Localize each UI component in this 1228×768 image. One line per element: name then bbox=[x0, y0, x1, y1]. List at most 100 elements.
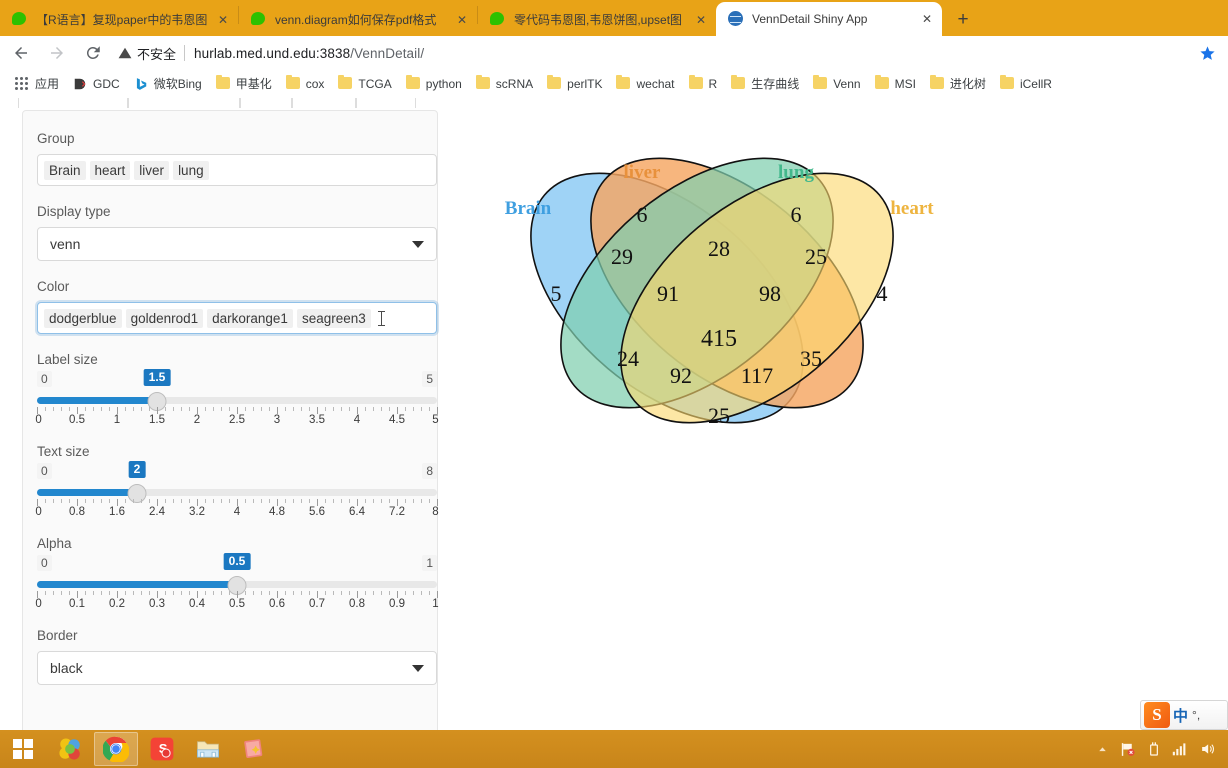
tick-label: 0.1 bbox=[69, 598, 85, 610]
label-size-values: 0 1.5 5 bbox=[37, 369, 437, 391]
usb-icon[interactable] bbox=[1146, 741, 1162, 757]
text-cursor bbox=[377, 310, 385, 326]
display-type-label: Display type bbox=[37, 204, 111, 219]
bookmark-folder-8[interactable]: perlTK bbox=[540, 72, 609, 96]
venn-count-liver-lung: 28 bbox=[708, 236, 730, 261]
app-tab-row-clipped bbox=[18, 98, 418, 108]
address-bar[interactable]: 不安全 hurlab.med.und.edu:3838/VennDetail/ bbox=[118, 40, 1182, 66]
taskbar: S bbox=[0, 730, 1228, 768]
bookmark-gdc[interactable]: GDC bbox=[66, 72, 127, 96]
signal-icon[interactable] bbox=[1172, 742, 1189, 756]
color-input[interactable]: dodgerblue goldenrod1 darkorange1 seagre… bbox=[37, 302, 437, 334]
venn-count-liver: 6 bbox=[637, 202, 648, 227]
bookmark-folder-3[interactable]: 甲基化 bbox=[209, 72, 279, 96]
close-icon[interactable]: ✕ bbox=[451, 9, 473, 31]
tick-label: 4.8 bbox=[269, 506, 285, 518]
venn-count-brain-lung-heart: 92 bbox=[670, 363, 692, 388]
group-token[interactable]: liver bbox=[134, 160, 170, 180]
file-explorer-icon bbox=[197, 741, 219, 758]
taskbar-item-explorer[interactable] bbox=[186, 732, 230, 766]
flag-icon[interactable] bbox=[1119, 741, 1136, 758]
alpha-track[interactable] bbox=[37, 576, 437, 595]
group-token[interactable]: Brain bbox=[44, 160, 86, 180]
close-icon[interactable]: ✕ bbox=[690, 9, 712, 31]
tick-label: 2.4 bbox=[149, 506, 165, 518]
bookmark-folder-9[interactable]: wechat bbox=[609, 72, 681, 96]
bookmark-folder-10[interactable]: R bbox=[682, 72, 725, 96]
border-select[interactable]: black bbox=[37, 651, 437, 685]
bookmark-folder-15[interactable]: iCellR bbox=[993, 72, 1059, 96]
display-type-select[interactable]: venn bbox=[37, 227, 437, 261]
bookmark-folder-11[interactable]: 生存曲线 bbox=[724, 72, 806, 96]
bookmark-folder-12[interactable]: Venn bbox=[806, 72, 867, 96]
bookmark-folder-13[interactable]: MSI bbox=[868, 72, 923, 96]
label-size-track[interactable] bbox=[37, 392, 437, 411]
bookmark-folder-14[interactable]: 进化树 bbox=[923, 72, 993, 96]
browser-tab-3[interactable]: 零代码韦恩图,韦恩饼图,upset图 ✕ bbox=[478, 4, 716, 36]
bookmark-folder-6[interactable]: python bbox=[399, 72, 469, 96]
color-token[interactable]: darkorange1 bbox=[207, 308, 293, 328]
ime-punctuation-icon[interactable]: °, bbox=[1192, 708, 1200, 722]
bookmark-folder-7[interactable]: scRNA bbox=[469, 72, 540, 96]
group-token[interactable]: heart bbox=[89, 160, 131, 180]
close-icon[interactable]: ✕ bbox=[212, 9, 234, 31]
tick-label: 5.6 bbox=[309, 506, 325, 518]
alpha-min: 0 bbox=[37, 555, 52, 571]
taskbar-item-colorapp[interactable] bbox=[48, 732, 92, 766]
tick-label: 0.8 bbox=[69, 506, 85, 518]
bookmark-folder-5[interactable]: TCGA bbox=[331, 72, 398, 96]
group-input[interactable]: Brain heart liver lung bbox=[37, 154, 437, 186]
tick-label: 0.5 bbox=[69, 414, 85, 426]
tick-label: 6.4 bbox=[349, 506, 365, 518]
color-token[interactable]: dodgerblue bbox=[44, 308, 122, 328]
color-token[interactable]: goldenrod1 bbox=[125, 308, 204, 328]
bookmark-bing[interactable]: 微软Bing bbox=[127, 72, 209, 96]
reload-icon[interactable] bbox=[78, 38, 108, 68]
label-size-slider-block: Label size 0 1.5 5 0 0.5 1 1.5 2 2.5 3 3.5 4 4.5 5 bbox=[35, 352, 438, 430]
tick-label: 1.6 bbox=[109, 506, 125, 518]
venn-label-brain: Brain bbox=[505, 198, 552, 219]
group-token[interactable]: lung bbox=[173, 160, 209, 180]
wechat-icon bbox=[490, 12, 506, 28]
color-token[interactable]: seagreen3 bbox=[296, 308, 371, 328]
tick-label: 0.5 bbox=[229, 598, 245, 610]
url-text: hurlab.med.und.edu:3838/VennDetail/ bbox=[194, 46, 424, 61]
new-tab-button[interactable]: + bbox=[948, 4, 978, 34]
bookmark-star-icon[interactable] bbox=[1190, 38, 1224, 68]
venn-diagram-plot: 5 6 6 4 29 28 25 91 98 24 35 415 92 117 … bbox=[452, 98, 1212, 718]
chevron-up-icon[interactable] bbox=[1096, 743, 1109, 756]
sogou-ime-bar[interactable]: S 中 °, bbox=[1140, 700, 1228, 730]
tick-label: 0.4 bbox=[189, 598, 205, 610]
taskbar-item-notes[interactable] bbox=[232, 732, 276, 766]
alpha-max: 1 bbox=[422, 555, 437, 571]
tick-label: 2.5 bbox=[229, 414, 245, 426]
sogou-logo-icon[interactable]: S bbox=[1144, 702, 1170, 728]
system-tray bbox=[1096, 730, 1228, 768]
tick-label: 0.8 bbox=[349, 598, 365, 610]
start-button[interactable] bbox=[0, 730, 46, 768]
back-icon[interactable] bbox=[6, 38, 36, 68]
bookmark-apps[interactable]: 应用 bbox=[8, 72, 66, 96]
color-balls-icon bbox=[59, 738, 80, 760]
bookmark-label: MSI bbox=[894, 76, 916, 91]
url-path: /VennDetail/ bbox=[350, 45, 425, 61]
bookmark-folder-4[interactable]: cox bbox=[279, 72, 332, 96]
taskbar-item-snipaste[interactable]: S bbox=[140, 732, 184, 766]
bookmark-label: 应用 bbox=[35, 77, 60, 91]
browser-tab-1[interactable]: 【R语言】复现paper中的韦恩图 ✕ bbox=[0, 4, 238, 36]
browser-tab-2[interactable]: venn.diagram如何保存pdf格式 ✕ bbox=[239, 4, 477, 36]
folder-icon bbox=[874, 74, 889, 91]
close-icon[interactable]: ✕ bbox=[916, 8, 938, 30]
taskbar-item-chrome[interactable] bbox=[94, 732, 138, 766]
speaker-icon[interactable] bbox=[1199, 741, 1216, 757]
bookmark-label: GDC bbox=[93, 76, 120, 91]
ime-mode-label[interactable]: 中 bbox=[1173, 705, 1188, 726]
forward-icon[interactable] bbox=[42, 38, 72, 68]
bookmark-label: wechat bbox=[636, 76, 675, 91]
text-size-track[interactable] bbox=[37, 484, 437, 503]
tick-label: 3 bbox=[273, 414, 281, 426]
snipaste-icon: S bbox=[150, 737, 174, 761]
browser-tab-4-active[interactable]: VennDetail Shiny App ✕ bbox=[716, 2, 942, 36]
bookmark-label: Venn bbox=[833, 76, 861, 91]
tick-label: 0 bbox=[35, 506, 42, 518]
